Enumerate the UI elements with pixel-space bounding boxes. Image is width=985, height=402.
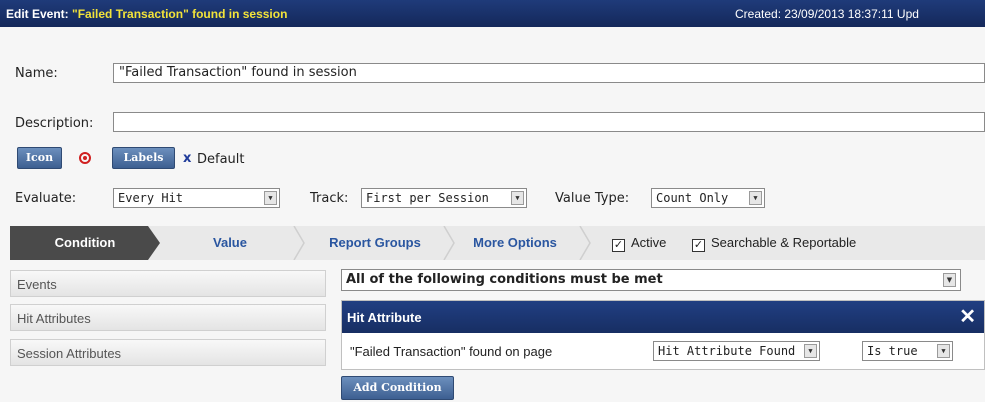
evaluate-label: Evaluate: — [15, 191, 77, 206]
chevron-down-icon: ▼ — [264, 191, 277, 205]
sidebar-item-hit-attributes[interactable]: Hit Attributes — [10, 304, 326, 331]
add-condition-button[interactable]: Add Condition — [341, 376, 454, 400]
active-checkbox[interactable]: ✓ Active — [612, 235, 667, 252]
value-type-value: Count Only — [656, 191, 729, 205]
description-input[interactable] — [113, 112, 985, 132]
labels-button[interactable]: Labels — [112, 147, 175, 169]
tab-more-options[interactable]: More Options — [450, 226, 580, 260]
target-icon[interactable] — [79, 152, 91, 164]
track-select[interactable]: First per Session ▼ — [361, 188, 527, 208]
chevron-down-icon: ▼ — [749, 191, 762, 205]
hit-value-value: Is true — [867, 344, 918, 358]
searchable-label: Searchable & Reportable — [711, 235, 857, 250]
chevron-down-icon: ▼ — [937, 344, 950, 358]
track-label: Track: — [310, 191, 349, 206]
value-type-select[interactable]: Count Only ▼ — [651, 188, 765, 208]
tab-condition[interactable]: Condition — [10, 226, 160, 260]
hit-operator-value: Hit Attribute Found — [658, 344, 796, 358]
label-default: Default — [197, 152, 245, 167]
active-label: Active — [631, 235, 667, 250]
sidebar-item-events[interactable]: Events — [10, 270, 326, 297]
chevron-down-icon: ▼ — [804, 344, 817, 358]
evaluate-select[interactable]: Every Hit ▼ — [113, 188, 280, 208]
hit-value-select[interactable]: Is true ▼ — [862, 341, 953, 361]
evaluate-value: Every Hit — [118, 191, 184, 205]
hit-attribute-panel: Hit Attribute ✕ "Failed Transaction" fou… — [341, 300, 985, 370]
hit-attribute-title: Hit Attribute — [347, 310, 422, 325]
chevron-down-icon: ▼ — [943, 273, 956, 287]
active-check-box[interactable]: ✓ — [612, 239, 625, 252]
description-label: Description: — [15, 116, 94, 131]
track-value: First per Session — [366, 191, 489, 205]
chevron-down-icon: ▼ — [511, 191, 524, 205]
close-icon[interactable]: ✕ — [959, 304, 976, 329]
condition-match-select[interactable]: All of the following conditions must be … — [341, 269, 961, 291]
remove-label-x[interactable]: x — [183, 151, 191, 166]
title-prefix: Edit Event: — [6, 7, 73, 21]
searchable-check-box[interactable]: ✓ — [692, 239, 705, 252]
sidebar-item-session-attributes[interactable]: Session Attributes — [10, 339, 326, 366]
tab-separator — [579, 226, 591, 260]
hit-operator-select[interactable]: Hit Attribute Found ▼ — [653, 341, 820, 361]
value-type-label: Value Type: — [555, 191, 630, 206]
name-input[interactable]: "Failed Transaction" found in session — [113, 63, 985, 83]
condition-match-value: All of the following conditions must be … — [346, 272, 663, 287]
created-timestamp: Created: 23/09/2013 18:37:11 Upd — [735, 7, 919, 21]
tab-value[interactable]: Value — [160, 226, 300, 260]
icon-button[interactable]: Icon — [17, 147, 62, 169]
hit-attribute-header: Hit Attribute ✕ — [342, 301, 984, 333]
name-label: Name: — [15, 66, 58, 81]
title-event-name: "Failed Transaction" found in session — [72, 7, 288, 21]
tab-report-groups[interactable]: Report Groups — [300, 226, 450, 260]
title-text: Edit Event: "Failed Transaction" found i… — [6, 7, 287, 21]
hit-attribute-name: "Failed Transaction" found on page — [350, 344, 553, 359]
window-title-bar: Edit Event: "Failed Transaction" found i… — [0, 0, 985, 27]
searchable-checkbox[interactable]: ✓ Searchable & Reportable — [692, 235, 857, 252]
